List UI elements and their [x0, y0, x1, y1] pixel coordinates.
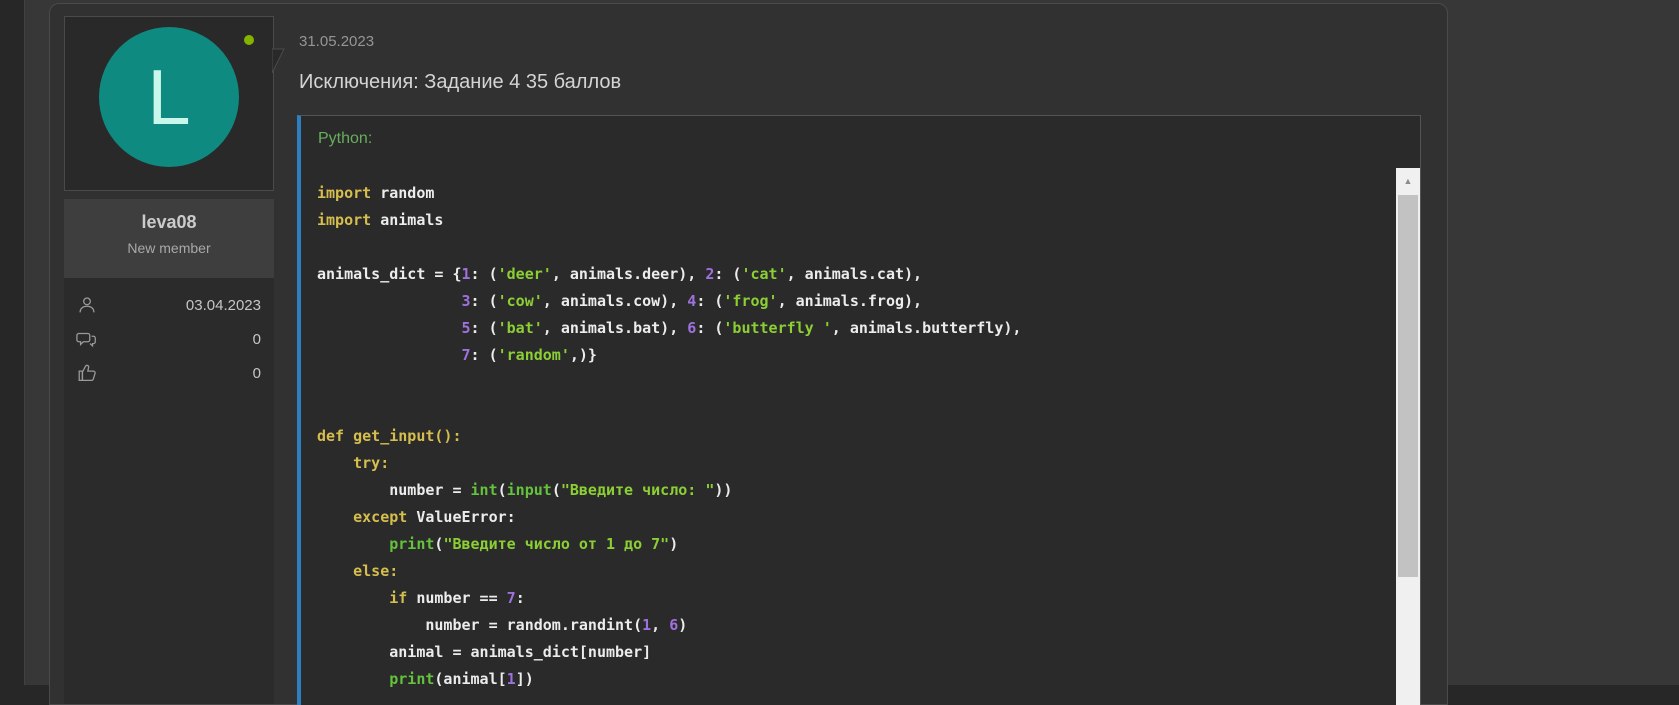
scrollbar-thumb[interactable] [1398, 195, 1418, 577]
scrollbar-up-button[interactable]: ▲ [1396, 168, 1420, 194]
code-line: 5: ('bat', animals.bat), 6: ('butterfly … [317, 315, 1374, 342]
avatar-letter: L [147, 58, 190, 136]
code-scrollbar[interactable]: ▲ [1396, 168, 1420, 705]
code-line: 7: ('random',)} [317, 342, 1374, 369]
avatar-box: L [64, 16, 274, 191]
post-date[interactable]: 31.05.2023 [299, 33, 1421, 50]
code-line [317, 396, 1374, 423]
messages-icon [76, 328, 98, 350]
python-code-block: Python: import randomimport animals anim… [297, 115, 1421, 705]
code-line: animals_dict = {1: ('deer', animals.deer… [317, 261, 1374, 288]
post-card: L leva08 New member 03.04.2023 [49, 3, 1448, 705]
code-line: number = int(input("Введите число: ")) [317, 477, 1374, 504]
code-line [317, 234, 1374, 261]
user-sidebar: L leva08 New member 03.04.2023 [50, 4, 284, 704]
user-stats: 03.04.2023 0 0 [64, 278, 274, 704]
code-language-label: Python: [301, 116, 1420, 168]
online-indicator-dot [244, 35, 254, 45]
code-line: 3: ('cow', animals.cow), 4: ('frog', ani… [317, 288, 1374, 315]
code-line: else: [317, 558, 1374, 585]
stat-row-joined: 03.04.2023 [76, 294, 261, 316]
messages-count: 0 [98, 331, 261, 348]
stat-row-messages: 0 [76, 328, 261, 350]
code-line: if number == 7: [317, 585, 1374, 612]
avatar[interactable]: L [99, 27, 239, 167]
code-line: import animals [317, 207, 1374, 234]
likes-count: 0 [98, 365, 261, 382]
username-link[interactable]: leva08 [64, 212, 274, 233]
page-background: L leva08 New member 03.04.2023 [24, 0, 1679, 685]
post-title: Исключения: Задание 4 35 баллов [299, 71, 1421, 94]
code-line: try: [317, 450, 1374, 477]
code-line: def get_input(): [317, 423, 1374, 450]
code-line: number = random.randint(1, 6) [317, 612, 1374, 639]
code-content: import randomimport animals animals_dict… [301, 168, 1420, 705]
user-icon [76, 294, 98, 316]
post-content: 31.05.2023 Исключения: Задание 4 35 балл… [284, 4, 1447, 704]
code-line: import random [317, 180, 1374, 207]
code-line: print(animal[1]) [317, 666, 1374, 693]
code-scroll-area[interactable]: import randomimport animals animals_dict… [301, 168, 1420, 705]
user-details: leva08 New member [64, 199, 274, 278]
join-date-value: 03.04.2023 [98, 297, 261, 314]
likes-icon [76, 362, 98, 384]
code-line: animal = animals_dict[number] [317, 639, 1374, 666]
user-role: New member [64, 240, 274, 256]
code-line: print("Введите число от 1 до 7") [317, 531, 1374, 558]
stat-row-likes: 0 [76, 362, 261, 384]
code-line: except ValueError: [317, 504, 1374, 531]
code-line [317, 369, 1374, 396]
